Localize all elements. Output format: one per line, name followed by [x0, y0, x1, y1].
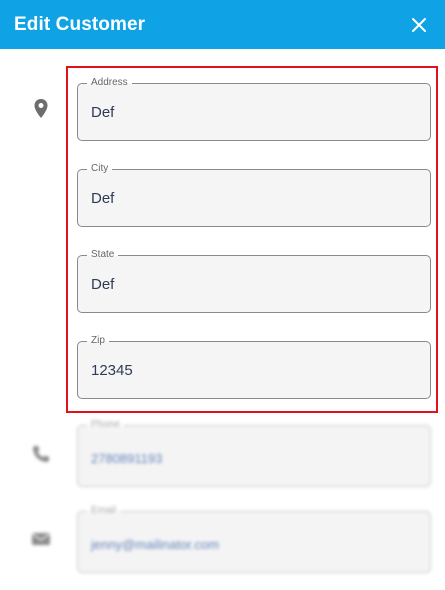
- close-icon[interactable]: [407, 13, 431, 37]
- phone-field[interactable]: Phone 2780891193: [77, 419, 431, 487]
- zip-value: 12345: [91, 362, 133, 379]
- dialog-header: Edit Customer: [0, 0, 445, 49]
- city-field[interactable]: City Def: [77, 163, 431, 227]
- phone-label: Phone: [87, 419, 124, 431]
- zip-label: Zip: [87, 335, 109, 347]
- dialog-title: Edit Customer: [14, 13, 146, 35]
- phone-icon: [28, 441, 54, 467]
- address-label: Address: [87, 77, 132, 89]
- city-value: Def: [91, 190, 115, 207]
- email-label: Email: [87, 505, 121, 517]
- city-label: City: [87, 163, 113, 175]
- state-value: Def: [91, 276, 115, 293]
- address-value: Def: [91, 104, 115, 121]
- email-field[interactable]: Email jenny@mailinator.com: [77, 505, 431, 573]
- location-pin-icon: [28, 96, 54, 122]
- address-field[interactable]: Address Def: [77, 77, 431, 141]
- state-field[interactable]: State Def: [77, 249, 431, 313]
- phone-value: 2780891193: [91, 451, 163, 466]
- state-label: State: [87, 249, 119, 261]
- email-value: jenny@mailinator.com: [91, 537, 220, 552]
- email-icon: [28, 526, 54, 552]
- zip-field[interactable]: Zip 12345: [77, 335, 431, 399]
